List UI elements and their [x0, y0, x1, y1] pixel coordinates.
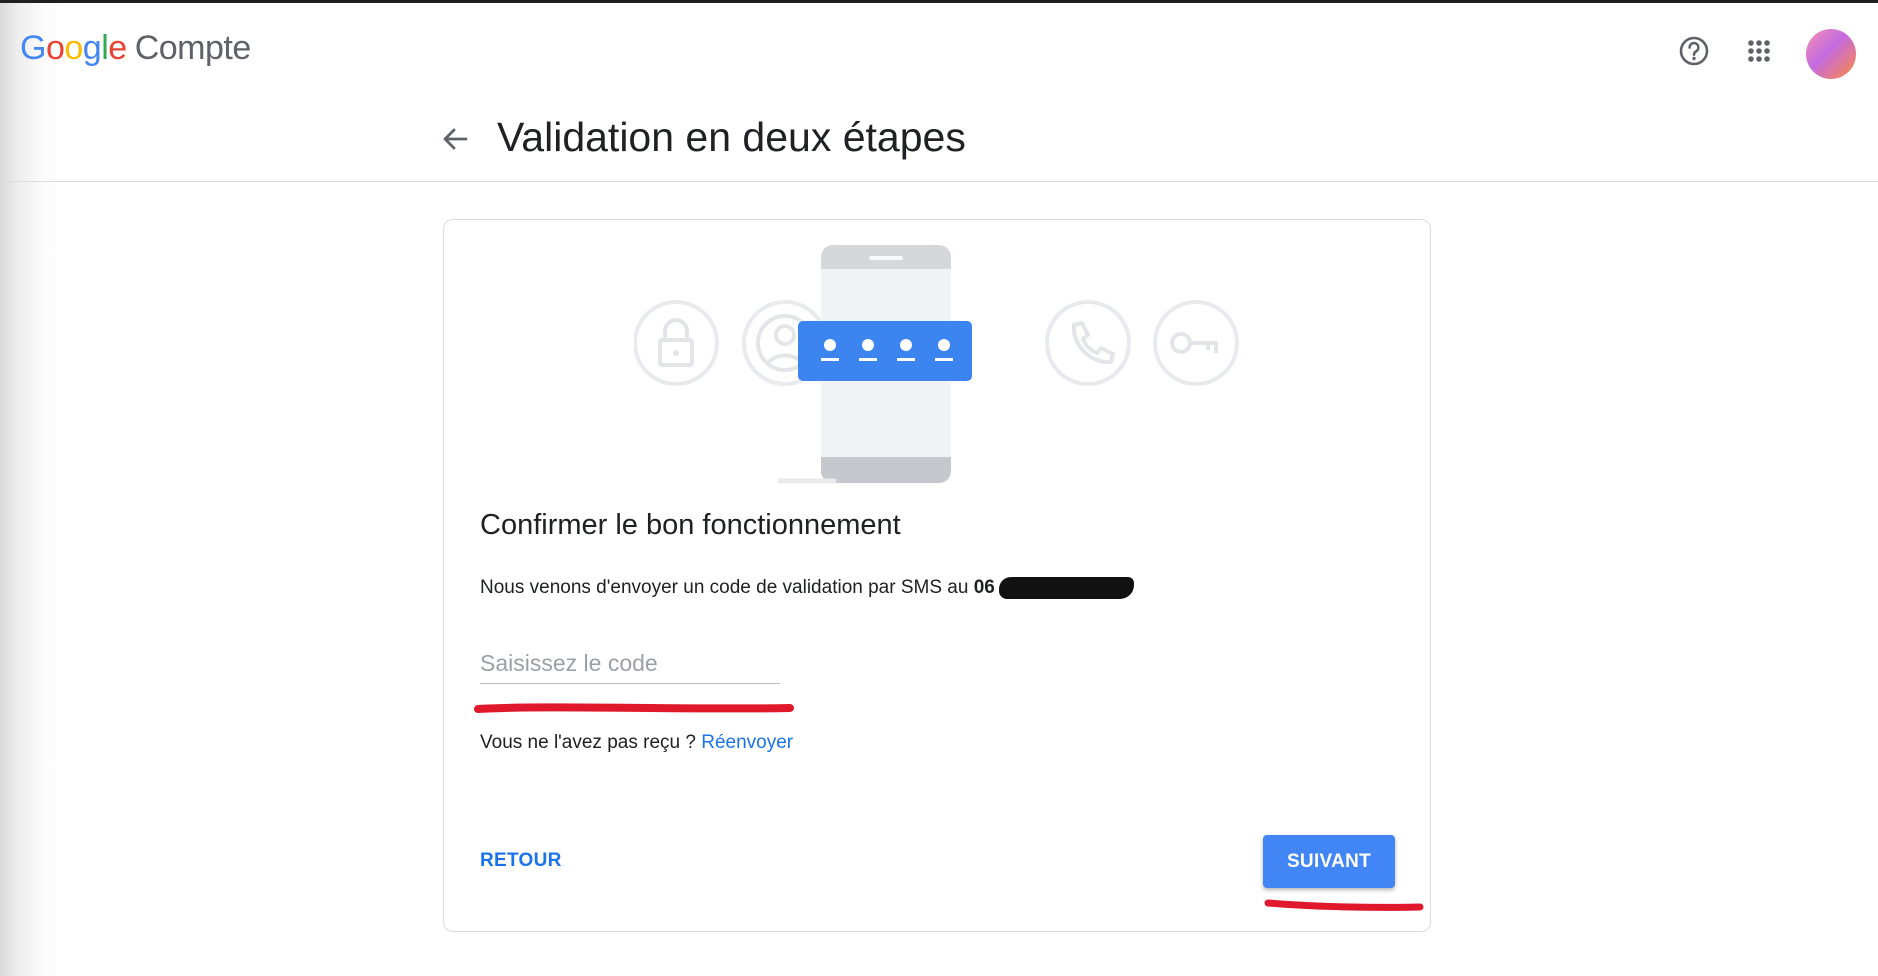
resend-prompt-line: Vous ne l'avez pas reçu ? Réenvoyer: [480, 732, 793, 754]
code-dots-icon: [798, 321, 972, 381]
redacted-phone-number: [998, 577, 1134, 599]
next-button[interactable]: SUIVANT: [1263, 835, 1395, 888]
help-icon[interactable]: [1676, 33, 1712, 69]
red-annotation-underline: [474, 703, 794, 713]
lock-icon: [634, 300, 719, 386]
header-divider: [0, 181, 1878, 182]
app-header: Google Compte: [0, 3, 1878, 103]
apps-grid-icon[interactable]: [1741, 33, 1777, 69]
red-annotation-underline: [1264, 899, 1424, 911]
sms-sent-message: Nous venons d'envoyer un code de validat…: [480, 577, 1134, 599]
verification-card: Confirmer le bon fonctionnement Nous ven…: [443, 219, 1431, 932]
product-name: Compte: [134, 29, 252, 67]
resend-prompt: Vous ne l'avez pas reçu ?: [480, 732, 696, 753]
code-input[interactable]: [480, 643, 780, 684]
arrow-back-icon[interactable]: [440, 124, 470, 154]
sms-message-text: Nous venons d'envoyer un code de validat…: [480, 577, 969, 599]
page-title: Validation en deux étapes: [497, 114, 966, 160]
phone-prefix: 06: [973, 577, 995, 599]
google-account-logo[interactable]: Google Compte: [20, 29, 251, 68]
card-title: Confirmer le bon fonctionnement: [480, 509, 901, 541]
key-icon: [1153, 300, 1239, 386]
phone-call-icon: [1045, 300, 1131, 386]
left-edge-shadow: [0, 3, 62, 976]
back-button[interactable]: RETOUR: [480, 850, 562, 872]
resend-link[interactable]: Réenvoyer: [701, 732, 793, 753]
account-avatar[interactable]: [1806, 29, 1856, 79]
two-step-illustration: [634, 245, 1239, 484]
